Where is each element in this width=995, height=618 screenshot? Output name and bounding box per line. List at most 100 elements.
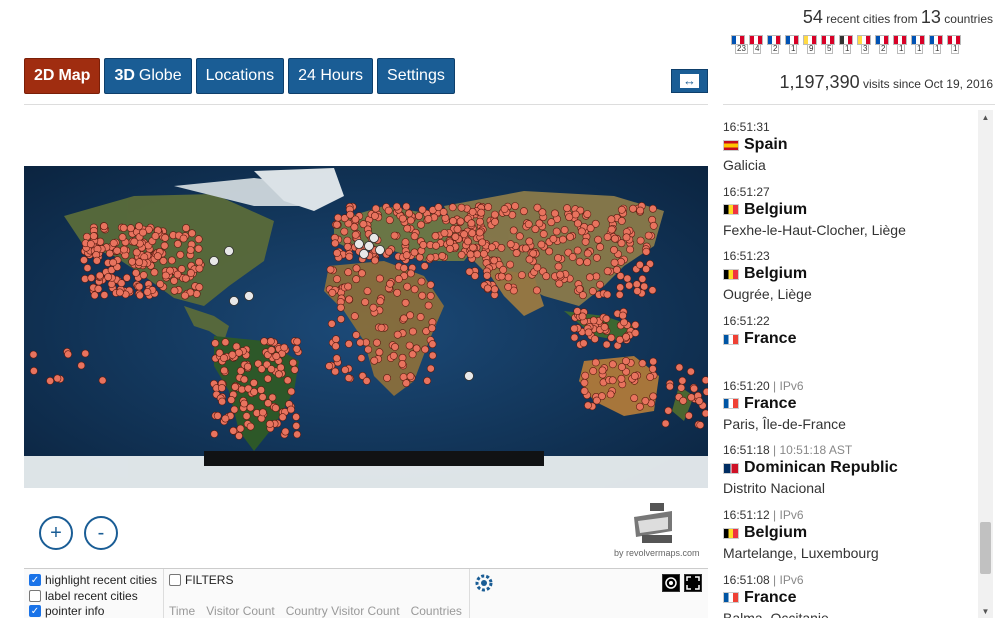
feed-entry[interactable]: 16:51:27 Belgium Fexhe-le-Haut-Clocher, Li… bbox=[723, 177, 975, 242]
divider bbox=[469, 569, 470, 618]
scroll-thumb[interactable] bbox=[980, 522, 991, 574]
visitor-dot bbox=[186, 246, 195, 254]
country-flag-count[interactable]: 1 bbox=[911, 35, 927, 54]
visitor-dot bbox=[497, 244, 506, 252]
gear-icon[interactable] bbox=[474, 573, 494, 593]
filters-option[interactable]: FILTERS bbox=[169, 573, 233, 587]
visitor-dot bbox=[610, 246, 618, 254]
visitor-dot bbox=[611, 234, 619, 243]
visitor-dot bbox=[420, 262, 429, 270]
pointer-info-option[interactable]: ✓ pointer info bbox=[29, 604, 104, 618]
visitor-dot bbox=[293, 430, 301, 439]
country-flag-count[interactable]: 2 bbox=[767, 35, 783, 54]
scroll-down-icon[interactable]: ▼ bbox=[978, 604, 993, 618]
expand-width-button[interactable]: ↔ bbox=[671, 69, 708, 93]
visitor-dot bbox=[90, 291, 99, 300]
visitor-dot bbox=[249, 378, 258, 387]
tab-locations[interactable]: Locations bbox=[195, 58, 285, 94]
feed-entry[interactable]: 16:51:12 | IPv6 Belgium Martelange, Luxemb… bbox=[723, 500, 975, 565]
scroll-up-icon[interactable]: ▲ bbox=[978, 110, 993, 124]
zoom-in-button[interactable]: + bbox=[39, 516, 73, 550]
filter-column[interactable]: Countries bbox=[411, 604, 462, 618]
country-flag-count[interactable]: 4 bbox=[749, 35, 765, 54]
visitor-dot bbox=[181, 291, 189, 300]
visitor-dot bbox=[257, 365, 266, 373]
feed-scrollbar[interactable]: ▲ ▼ bbox=[978, 110, 993, 618]
map-credit[interactable]: by revolvermaps.com bbox=[614, 548, 700, 558]
visitor-dot bbox=[592, 272, 601, 281]
map-options-bar: ✓ highlight recent cities label recent ci… bbox=[24, 568, 708, 618]
visitor-dot bbox=[375, 348, 384, 357]
visitor-dot bbox=[83, 264, 92, 272]
tab-3d-globe[interactable]: 3D Globe bbox=[104, 58, 192, 94]
flag-count: 1 bbox=[843, 44, 852, 54]
visitor-dot bbox=[584, 401, 592, 410]
feed-entry[interactable]: 16:51:18 | 10:51:18 AST Dominican Republi… bbox=[723, 435, 975, 500]
checkbox-icon[interactable] bbox=[169, 574, 181, 586]
country-flag-count[interactable]: 1 bbox=[947, 35, 963, 54]
tab-2d-map[interactable]: 2D Map bbox=[24, 58, 101, 94]
visitor-dot bbox=[642, 265, 650, 273]
target-icon[interactable] bbox=[662, 574, 680, 592]
checkbox-checked-icon[interactable]: ✓ bbox=[29, 574, 41, 586]
visitor-dot bbox=[227, 395, 236, 404]
feed-entry[interactable]: 16:51:20 | IPv6 France Paris, Île-de-Franc… bbox=[723, 371, 975, 436]
country-flag-count[interactable]: 3 bbox=[857, 35, 873, 54]
country-flag-count[interactable]: 9 bbox=[803, 35, 819, 54]
recent-visitor-dot bbox=[354, 239, 364, 249]
flag-count: 1 bbox=[951, 44, 960, 54]
country-flag-count[interactable]: 1 bbox=[893, 35, 909, 54]
visitor-dot bbox=[607, 333, 616, 342]
feed-entry[interactable]: 16:51:22 France bbox=[723, 306, 975, 371]
visitor-dot bbox=[468, 229, 477, 238]
country-flag-count[interactable]: 23 bbox=[731, 35, 748, 54]
visitor-dot bbox=[119, 224, 128, 232]
world-map[interactable] bbox=[24, 166, 708, 488]
visitor-dot bbox=[384, 247, 393, 256]
visitor-dot bbox=[192, 290, 201, 298]
visitor-dot bbox=[588, 287, 597, 296]
visitor-dot bbox=[566, 233, 574, 241]
visitor-dot bbox=[89, 232, 98, 240]
country-flag-count[interactable]: 1 bbox=[839, 35, 855, 54]
visitor-dot bbox=[363, 287, 372, 295]
feed-entry[interactable]: 16:51:23 Belgium Ougrée, Liège bbox=[723, 241, 975, 306]
visitor-dot bbox=[556, 270, 565, 279]
entry-time-value: 16:51:20 bbox=[723, 378, 770, 393]
revolvermaps-logo-icon[interactable] bbox=[632, 503, 684, 545]
filter-column[interactable]: Time bbox=[169, 604, 195, 618]
recent-visitor-dot bbox=[375, 245, 385, 255]
country-flag-count[interactable]: 5 bbox=[821, 35, 837, 54]
feed-entry[interactable]: 16:51:31 Spain Galicia bbox=[723, 112, 975, 177]
fullscreen-icon[interactable] bbox=[684, 574, 702, 592]
visitor-dot bbox=[292, 421, 301, 430]
visitor-dot bbox=[290, 365, 299, 374]
checkbox-checked-icon[interactable]: ✓ bbox=[29, 605, 41, 617]
visitor-dot bbox=[596, 280, 604, 289]
zoom-out-button[interactable]: - bbox=[84, 516, 118, 550]
visitor-dot bbox=[352, 331, 361, 339]
visitor-dot bbox=[240, 375, 249, 384]
visitor-dot bbox=[352, 275, 361, 284]
visitor-dot bbox=[135, 222, 143, 231]
label-recent-option[interactable]: label recent cities bbox=[29, 589, 138, 603]
filter-column[interactable]: Country Visitor Count bbox=[286, 604, 400, 618]
tab-label: Settings bbox=[387, 67, 445, 84]
visitor-dot bbox=[619, 311, 627, 320]
visitor-dot bbox=[598, 366, 607, 375]
country-flag-count[interactable]: 2 bbox=[875, 35, 891, 54]
tab-24-hours[interactable]: 24 Hours bbox=[288, 58, 374, 94]
highlight-recent-option[interactable]: ✓ highlight recent cities bbox=[29, 573, 157, 587]
tab-settings[interactable]: Settings bbox=[377, 58, 455, 94]
divider bbox=[163, 569, 164, 618]
entry-region: Fexhe-le-Haut-Clocher, Liège bbox=[723, 221, 906, 238]
country-flag-count[interactable]: 1 bbox=[785, 35, 801, 54]
feed-entry[interactable]: 16:51:08 | IPv6 France Balma, Occitanie bbox=[723, 565, 975, 618]
filter-column[interactable]: Visitor Count bbox=[206, 604, 274, 618]
visitor-dot bbox=[410, 232, 419, 241]
country-flag-count[interactable]: 1 bbox=[929, 35, 945, 54]
checkbox-icon[interactable] bbox=[29, 590, 41, 602]
visitor-dot bbox=[94, 285, 103, 293]
visitor-dot bbox=[509, 226, 518, 235]
visitor-dot bbox=[575, 257, 584, 266]
